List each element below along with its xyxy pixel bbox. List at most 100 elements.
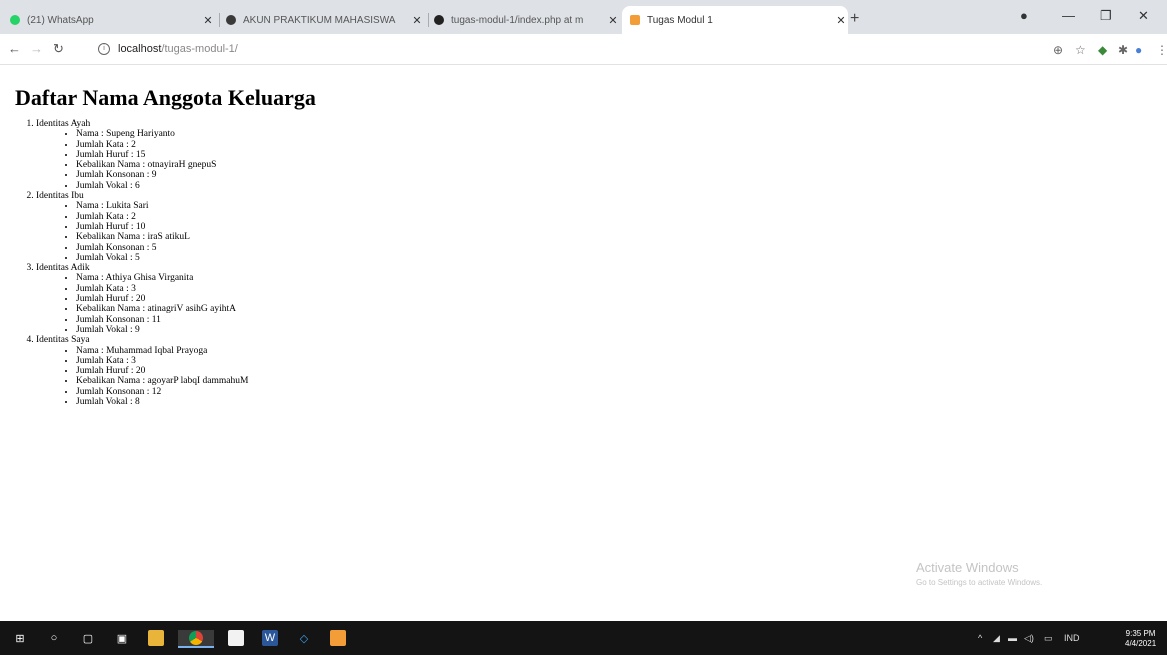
member-details: Nama : Athiya Ghisa Virganita Jumlah Kat… xyxy=(36,273,915,335)
member-details: Nama : Supeng Hariyanto Jumlah Kata : 2 … xyxy=(36,129,915,191)
tab-separator xyxy=(428,13,429,27)
reload-icon[interactable]: ↻ xyxy=(53,41,64,57)
tab-title: AKUN PRAKTIKUM MAHASISWA xyxy=(243,14,396,26)
detail-item: Jumlah Kata : 3 xyxy=(76,356,915,366)
task-view-icon[interactable]: ▢ xyxy=(80,630,96,646)
detail-item: Jumlah Kata : 2 xyxy=(76,212,915,222)
volume-icon[interactable]: ◁) xyxy=(1024,633,1034,644)
xampp-icon xyxy=(630,15,640,25)
extension-icon[interactable]: ◆ xyxy=(1098,43,1107,57)
member-label: Identitas Saya xyxy=(36,335,90,346)
forward-icon[interactable]: → xyxy=(30,41,43,56)
chrome-icon[interactable] xyxy=(178,630,214,648)
member-details: Nama : Lukita Sari Jumlah Kata : 2 Jumla… xyxy=(36,201,915,263)
watermark-subtitle: Go to Settings to activate Windows. xyxy=(916,578,1043,587)
clock-date: 4/4/2021 xyxy=(1125,639,1157,648)
site-icon xyxy=(226,15,236,25)
address-bar[interactable]: i localhost/tugas-modul-1/ xyxy=(98,39,1008,59)
page-content: Daftar Nama Anggota Keluarga Identitas A… xyxy=(15,85,915,407)
family-list: Identitas Ayah Nama : Supeng Hariyanto J… xyxy=(15,119,915,407)
page-title: Daftar Nama Anggota Keluarga xyxy=(15,85,316,110)
store-icon[interactable]: ▣ xyxy=(114,630,130,646)
profile-icon[interactable]: ● xyxy=(1020,8,1028,23)
xampp-icon[interactable] xyxy=(330,630,346,646)
family-member: Identitas Ayah Nama : Supeng Hariyanto J… xyxy=(36,119,915,191)
detail-item: Jumlah Kata : 3 xyxy=(76,284,915,294)
account-icon[interactable]: ● xyxy=(1135,43,1142,57)
network-icon[interactable]: ◢ xyxy=(993,633,1000,644)
word-icon[interactable]: W xyxy=(262,630,278,646)
browser-tab-strip: (21) WhatsApp ✕ AKUN PRAKTIKUM MAHASISWA… xyxy=(0,0,1167,34)
notes-icon[interactable] xyxy=(228,630,244,646)
member-label: Identitas Ayah xyxy=(36,119,91,129)
chrome-logo-icon xyxy=(189,631,203,645)
detail-item: Jumlah Konsonan : 5 xyxy=(76,243,915,253)
maximize-icon[interactable]: ❐ xyxy=(1100,8,1112,24)
input-language[interactable]: IND xyxy=(1064,633,1080,643)
notification-area-icon[interactable]: ▭ xyxy=(1044,633,1053,644)
info-icon[interactable]: i xyxy=(98,43,110,55)
detail-item: Nama : Athiya Ghisa Virganita xyxy=(76,273,915,283)
detail-item: Jumlah Konsonan : 11 xyxy=(76,315,915,325)
tab-akun-praktikum[interactable]: AKUN PRAKTIKUM MAHASISWA ✕ xyxy=(226,6,424,34)
zoom-icon[interactable]: ⊕ xyxy=(1053,43,1063,57)
tray-chevron-icon[interactable]: ^ xyxy=(978,633,982,643)
detail-item: Kebalikan Nama : agoyarP labqI dammahuM xyxy=(76,376,915,386)
family-member: Identitas Adik Nama : Athiya Ghisa Virga… xyxy=(36,263,915,335)
search-icon[interactable]: ○ xyxy=(46,630,62,646)
back-icon[interactable]: ← xyxy=(8,41,21,56)
file-explorer-icon[interactable] xyxy=(148,630,164,646)
tab-title: tugas-modul-1/index.php at m xyxy=(451,14,584,26)
detail-item: Jumlah Vokal : 9 xyxy=(76,325,915,335)
whatsapp-icon xyxy=(10,15,20,25)
detail-item: Jumlah Vokal : 6 xyxy=(76,181,915,191)
detail-item: Nama : Supeng Hariyanto xyxy=(76,129,915,139)
windows-start-icon[interactable]: ⊞ xyxy=(12,630,28,646)
detail-item: Jumlah Konsonan : 9 xyxy=(76,170,915,180)
activate-windows-watermark: Activate Windows Go to Settings to activ… xyxy=(916,560,1042,587)
new-tab-icon[interactable]: + xyxy=(850,10,859,28)
url-host: localhost xyxy=(118,43,162,55)
detail-item: Jumlah Huruf : 20 xyxy=(76,294,915,304)
member-label: Identitas Ibu xyxy=(36,191,84,202)
minimize-icon[interactable]: — xyxy=(1062,8,1075,23)
detail-item: Nama : Muhammad Iqbal Prayoga xyxy=(76,346,915,356)
close-tab-icon[interactable]: ✕ xyxy=(201,14,215,27)
watermark-title: Activate Windows xyxy=(916,560,1019,575)
detail-item: Jumlah Huruf : 20 xyxy=(76,366,915,376)
vscode-icon[interactable]: ◇ xyxy=(296,630,312,646)
family-member: Identitas Saya Nama : Muhammad Iqbal Pra… xyxy=(36,335,915,407)
tab-whatsapp[interactable]: (21) WhatsApp ✕ xyxy=(10,6,215,34)
detail-item: Jumlah Huruf : 10 xyxy=(76,222,915,232)
clock-time: 9:35 PM xyxy=(1125,629,1156,638)
tab-separator xyxy=(219,13,220,27)
detail-item: Kebalikan Nama : otnayiraH gnepuS xyxy=(76,160,915,170)
tab-github[interactable]: tugas-modul-1/index.php at m ✕ xyxy=(434,6,620,34)
detail-item: Jumlah Kata : 2 xyxy=(76,140,915,150)
detail-item: Jumlah Vokal : 5 xyxy=(76,253,915,263)
close-tab-icon[interactable]: ✕ xyxy=(410,14,424,27)
browser-toolbar: ← → ↻ i localhost/tugas-modul-1/ ⊕ ☆ ◆ ✱… xyxy=(0,34,1167,65)
detail-item: Jumlah Vokal : 8 xyxy=(76,397,915,407)
tab-title: Tugas Modul 1 xyxy=(647,14,713,26)
close-window-icon[interactable]: ✕ xyxy=(1138,8,1149,24)
taskbar-clock[interactable]: 9:35 PM 4/4/2021 xyxy=(1125,629,1156,649)
menu-icon[interactable]: ⋮ xyxy=(1156,43,1167,57)
close-tab-icon[interactable]: ✕ xyxy=(606,14,620,27)
close-tab-icon[interactable]: ✕ xyxy=(834,14,848,27)
tab-tugas-modul[interactable]: Tugas Modul 1 ✕ xyxy=(622,6,848,34)
detail-item: Jumlah Konsonan : 12 xyxy=(76,387,915,397)
detail-item: Nama : Lukita Sari xyxy=(76,201,915,211)
member-label: Identitas Adik xyxy=(36,263,90,274)
bookmark-star-icon[interactable]: ☆ xyxy=(1075,43,1086,57)
member-details: Nama : Muhammad Iqbal Prayoga Jumlah Kat… xyxy=(36,346,915,408)
battery-icon[interactable]: ▬ xyxy=(1008,633,1017,643)
tab-title: (21) WhatsApp xyxy=(27,14,94,26)
url-path: /tugas-modul-1/ xyxy=(161,43,238,55)
taskbar: ⊞ ○ ▢ ▣ W ◇ ^ ◢ ▬ ◁) ▭ IND 9:35 PM 4/4/2… xyxy=(0,621,1167,655)
github-icon xyxy=(434,15,444,25)
family-member: Identitas Ibu Nama : Lukita Sari Jumlah … xyxy=(36,191,915,263)
puzzle-icon[interactable]: ✱ xyxy=(1118,43,1128,57)
detail-item: Kebalikan Nama : iraS atikuL xyxy=(76,232,915,242)
detail-item: Kebalikan Nama : atinagriV asihG ayihtA xyxy=(76,304,915,314)
